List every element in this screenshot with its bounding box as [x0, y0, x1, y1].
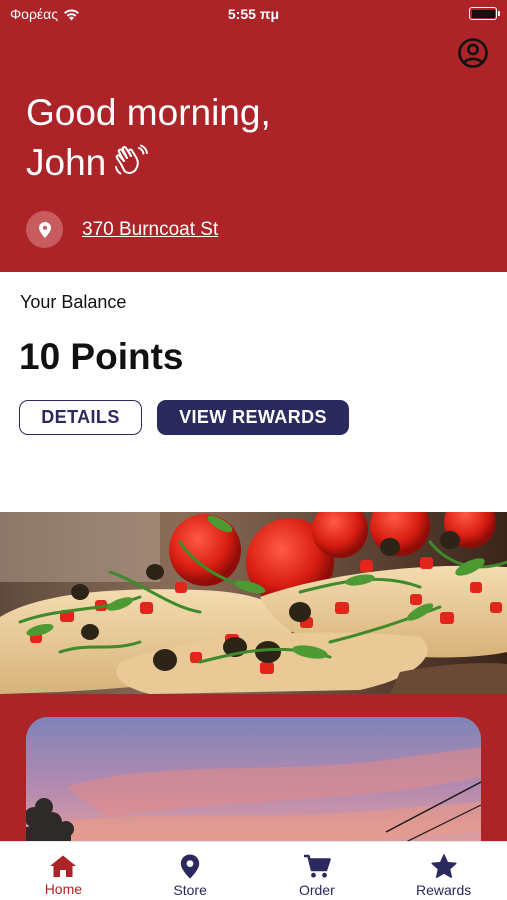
- cart-icon: [303, 854, 331, 878]
- balance-section: Your Balance 10 Points DETAILS VIEW REWA…: [0, 272, 507, 512]
- status-bar: Φορέας 5:55 πμ: [0, 0, 507, 28]
- balance-label: Your Balance: [20, 292, 127, 312]
- address-row[interactable]: 370 Burncoat St: [26, 211, 218, 248]
- food-image: [0, 512, 507, 694]
- promo-card[interactable]: [26, 717, 481, 841]
- user-name: John: [26, 142, 107, 183]
- tab-home-label: Home: [44, 881, 83, 897]
- profile-icon[interactable]: [457, 37, 489, 69]
- tab-rewards[interactable]: Rewards: [380, 842, 507, 900]
- pizza-photo: [0, 512, 507, 694]
- greeting-name-row: John: [26, 138, 271, 188]
- pin-badge: [26, 211, 63, 248]
- tab-rewards-label: Rewards: [416, 882, 472, 898]
- tab-home[interactable]: Home: [0, 842, 127, 900]
- greeting-line: Good morning,: [26, 92, 271, 133]
- details-button[interactable]: DETAILS: [19, 400, 142, 435]
- location-pin-icon: [38, 221, 51, 238]
- waving-hand-icon: [115, 144, 149, 175]
- view-rewards-button[interactable]: VIEW REWARDS: [157, 400, 349, 435]
- greeting: Good morning, John: [26, 88, 271, 188]
- tab-order-label: Order: [298, 882, 335, 898]
- tab-bar: Home Store Order Rewards: [0, 841, 507, 900]
- sunset-photo: [26, 717, 481, 841]
- points-value: 10 Points: [19, 336, 184, 377]
- address-link[interactable]: 370 Burncoat St: [82, 219, 218, 241]
- tab-store-label: Store: [173, 882, 207, 898]
- battery-icon: [469, 7, 500, 20]
- star-icon: [431, 854, 457, 878]
- tab-store[interactable]: Store: [127, 842, 254, 900]
- promo-area: [0, 694, 507, 841]
- home-icon: [50, 855, 77, 877]
- status-time: 5:55 πμ: [227, 6, 280, 22]
- tab-order[interactable]: Order: [254, 842, 381, 900]
- location-pin-icon: [180, 854, 200, 879]
- header: Φορέας 5:55 πμ Good morning, John 370 Bu…: [0, 0, 507, 272]
